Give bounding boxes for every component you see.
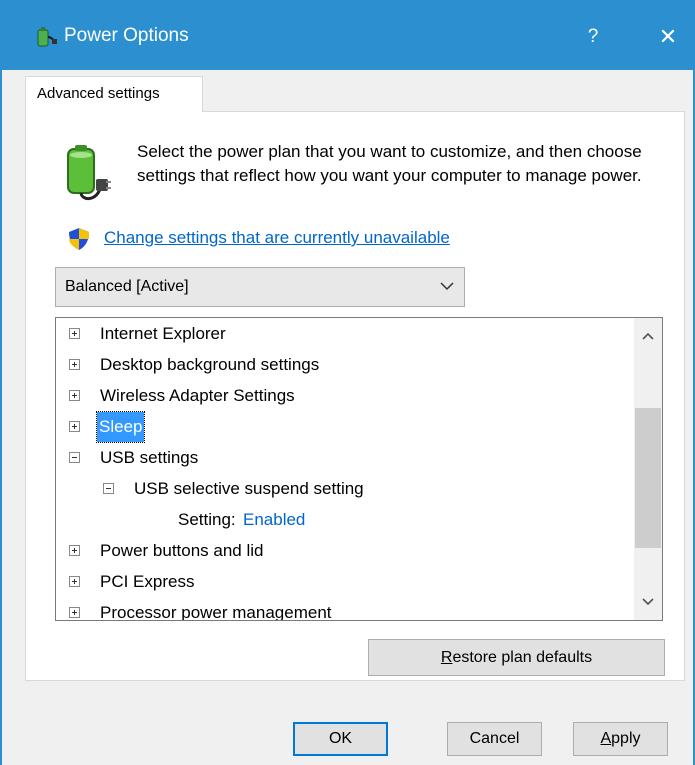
restore-plan-defaults-button[interactable]: Restore plan defaults bbox=[368, 639, 665, 676]
tree-item-sleep[interactable]: Sleep bbox=[56, 411, 626, 443]
tree-item-wireless-adapter[interactable]: Wireless Adapter Settings bbox=[56, 381, 626, 411]
tree-item-label: Desktop background settings bbox=[100, 355, 320, 374]
change-settings-link[interactable]: Change settings that are currently unava… bbox=[104, 228, 450, 248]
window-border-left bbox=[0, 70, 2, 765]
close-button[interactable]: ✕ bbox=[648, 20, 688, 54]
tree-item-label: Internet Explorer bbox=[100, 324, 226, 343]
tree-item-desktop-background[interactable]: Desktop background settings bbox=[56, 350, 626, 380]
expand-plus-icon[interactable] bbox=[69, 576, 80, 587]
tree-item-label-selected: Sleep bbox=[95, 411, 146, 443]
scroll-up-arrow-icon[interactable] bbox=[634, 324, 662, 348]
expand-plus-icon[interactable] bbox=[69, 421, 80, 432]
tree-item-label: Processor power management bbox=[100, 603, 332, 621]
setting-label: Setting: bbox=[178, 510, 236, 529]
tab-advanced-settings[interactable]: Advanced settings bbox=[25, 76, 203, 112]
apply-accesskey: A bbox=[600, 730, 612, 747]
settings-tree[interactable]: Internet Explorer Desktop background set… bbox=[55, 317, 663, 621]
window-title: Power Options bbox=[64, 25, 189, 46]
tree-item-label: Wireless Adapter Settings bbox=[100, 386, 295, 405]
tree-item-internet-explorer[interactable]: Internet Explorer bbox=[56, 319, 626, 349]
expand-plus-icon[interactable] bbox=[69, 545, 80, 556]
power-options-icon bbox=[37, 27, 57, 47]
battery-plug-icon bbox=[67, 145, 111, 200]
tree-item-processor-power[interactable]: Processor power management bbox=[56, 598, 626, 621]
power-plan-select[interactable]: Balanced [Active] bbox=[55, 267, 465, 307]
collapse-minus-icon[interactable] bbox=[103, 483, 114, 494]
tree-scrollbar[interactable] bbox=[634, 318, 662, 620]
restore-accesskey: R bbox=[440, 649, 453, 666]
expand-plus-icon[interactable] bbox=[69, 359, 80, 370]
scroll-down-arrow-icon[interactable] bbox=[634, 590, 662, 614]
tree-item-setting-value[interactable]: Setting: Enabled bbox=[56, 505, 626, 535]
scroll-thumb[interactable] bbox=[635, 408, 661, 548]
tree-item-label: PCI Express bbox=[100, 572, 195, 591]
title-bar: Power Options ? ✕ bbox=[0, 0, 695, 70]
tree-item-pci-express[interactable]: PCI Express bbox=[56, 567, 626, 597]
tree-item-label: USB selective suspend setting bbox=[134, 479, 364, 498]
expand-plus-icon[interactable] bbox=[69, 390, 80, 401]
tree-item-usb-selective-suspend[interactable]: USB selective suspend setting bbox=[56, 474, 626, 504]
tree-item-label: USB settings bbox=[100, 448, 199, 467]
apply-button[interactable]: Apply bbox=[573, 722, 668, 756]
description-text: Select the power plan that you want to c… bbox=[137, 142, 642, 185]
power-plan-value: Balanced [Active] bbox=[65, 278, 189, 295]
tree-item-label: Power buttons and lid bbox=[100, 541, 264, 560]
tree-item-power-buttons[interactable]: Power buttons and lid bbox=[56, 536, 626, 566]
tree-item-usb-settings[interactable]: USB settings bbox=[56, 443, 626, 473]
uac-shield-icon bbox=[69, 228, 89, 250]
ok-button[interactable]: OK bbox=[293, 722, 388, 756]
expand-plus-icon[interactable] bbox=[69, 607, 80, 618]
collapse-minus-icon[interactable] bbox=[69, 452, 80, 463]
expand-plus-icon[interactable] bbox=[69, 328, 80, 339]
chevron-down-icon bbox=[440, 282, 454, 291]
restore-label: estore plan defaults bbox=[452, 649, 593, 666]
apply-label: pply bbox=[611, 730, 641, 747]
help-button[interactable]: ? bbox=[578, 20, 608, 54]
setting-value-link[interactable]: Enabled bbox=[243, 505, 305, 535]
cancel-button[interactable]: Cancel bbox=[447, 722, 542, 756]
